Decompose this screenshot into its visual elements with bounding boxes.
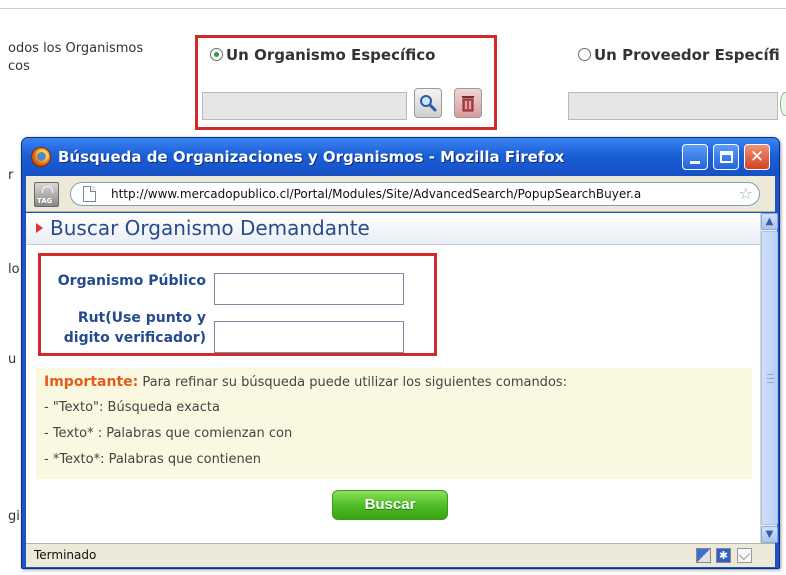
tip-item: - "Texto": Búsqueda exacta <box>44 400 220 415</box>
address-toolbar: TAG http://www.mercadopublico.cl/Portal/… <box>26 176 775 212</box>
popup-content: Buscar Organismo Demandante Organismo Pú… <box>26 213 760 543</box>
tag-icon-label: TAG <box>37 197 53 205</box>
trash-icon <box>462 96 474 112</box>
important-label: Importante: <box>44 374 139 390</box>
background-divider <box>0 8 786 9</box>
window-title: Búsqueda de Organizaciones y Organismos … <box>58 148 565 166</box>
tip-item: - *Texto*: Palabras que contienen <box>44 452 261 467</box>
status-bar: Terminado ✱ <box>26 543 775 567</box>
rut-input[interactable] <box>214 321 404 353</box>
close-icon: ✕ <box>749 146 765 167</box>
clear-org-button[interactable] <box>454 88 482 118</box>
maximize-button[interactable] <box>713 144 739 170</box>
popup-window: Búsqueda de Organizaciones y Organismos … <box>21 137 780 569</box>
minimize-button[interactable] <box>682 144 708 170</box>
search-org-button[interactable] <box>414 88 442 118</box>
background-fragment: lo <box>8 262 20 277</box>
star-icon[interactable]: ☆ <box>739 184 753 204</box>
radio-checked-icon[interactable] <box>210 48 223 61</box>
arrow-right-icon <box>36 223 43 233</box>
search-tips-box: Importante: Para refinar su búsqueda pue… <box>36 368 752 479</box>
radio-specific-provider[interactable]: Un Proveedor Específi <box>578 46 780 64</box>
org-name-input[interactable] <box>214 273 404 305</box>
background-text-line: odos los Organismos <box>8 41 144 56</box>
page-icon <box>83 186 96 202</box>
address-url[interactable]: http://www.mercadopublico.cl/Portal/Modu… <box>111 187 741 201</box>
firefox-icon <box>31 147 51 167</box>
grip-icon <box>767 374 774 383</box>
section-header: Buscar Organismo Demandante <box>26 213 760 245</box>
snowflake-icon[interactable]: ✱ <box>716 548 731 563</box>
rut-label-line1: Rut(Use punto y <box>77 310 206 326</box>
close-button[interactable]: ✕ <box>744 144 770 170</box>
org-selected-field <box>202 92 407 120</box>
background-fragment: gi <box>8 509 20 524</box>
vertical-scrollbar[interactable]: ▲ ▼ <box>760 213 778 543</box>
rut-label-line2: digito verificador) <box>63 330 206 346</box>
scroll-down-button[interactable]: ▼ <box>761 526 778 543</box>
background-text-line: cos <box>8 59 30 74</box>
addon-icon[interactable] <box>696 548 711 563</box>
background-fragment: r <box>8 168 14 183</box>
tip-item: - Texto* : Palabras que comienzan con <box>44 426 293 441</box>
tips-intro-text: Para refinar su búsqueda puede utilizar … <box>138 375 568 390</box>
maximize-icon <box>719 151 733 163</box>
background-all-orgs-text: odos los Organismos cos <box>8 40 188 76</box>
magnifier-icon <box>420 95 437 112</box>
scroll-up-button[interactable]: ▲ <box>761 213 778 230</box>
radio-unchecked-icon[interactable] <box>578 48 591 61</box>
search-provider-button-edge[interactable] <box>780 92 786 116</box>
org-label: Organismo Público <box>57 273 206 289</box>
window-titlebar[interactable]: Búsqueda de Organizaciones y Organismos … <box>22 138 779 176</box>
tag-icon[interactable]: TAG <box>34 182 59 207</box>
radio-specific-provider-label: Un Proveedor Específi <box>594 46 780 64</box>
search-button[interactable]: Buscar <box>332 490 448 520</box>
minimize-icon <box>690 160 700 164</box>
background-fragment: u <box>8 352 17 367</box>
radio-specific-org-label: Un Organismo Específico <box>226 46 436 64</box>
radio-specific-org[interactable]: Un Organismo Específico <box>210 46 435 64</box>
mail-icon[interactable] <box>737 548 752 563</box>
provider-selected-field <box>568 92 778 120</box>
page-title: Buscar Organismo Demandante <box>50 216 370 240</box>
tips-intro: Importante: Para refinar su búsqueda pue… <box>44 374 567 390</box>
status-text: Terminado <box>34 548 97 562</box>
scrollbar-thumb[interactable] <box>761 231 778 525</box>
address-bar[interactable]: http://www.mercadopublico.cl/Portal/Modu… <box>70 182 760 206</box>
